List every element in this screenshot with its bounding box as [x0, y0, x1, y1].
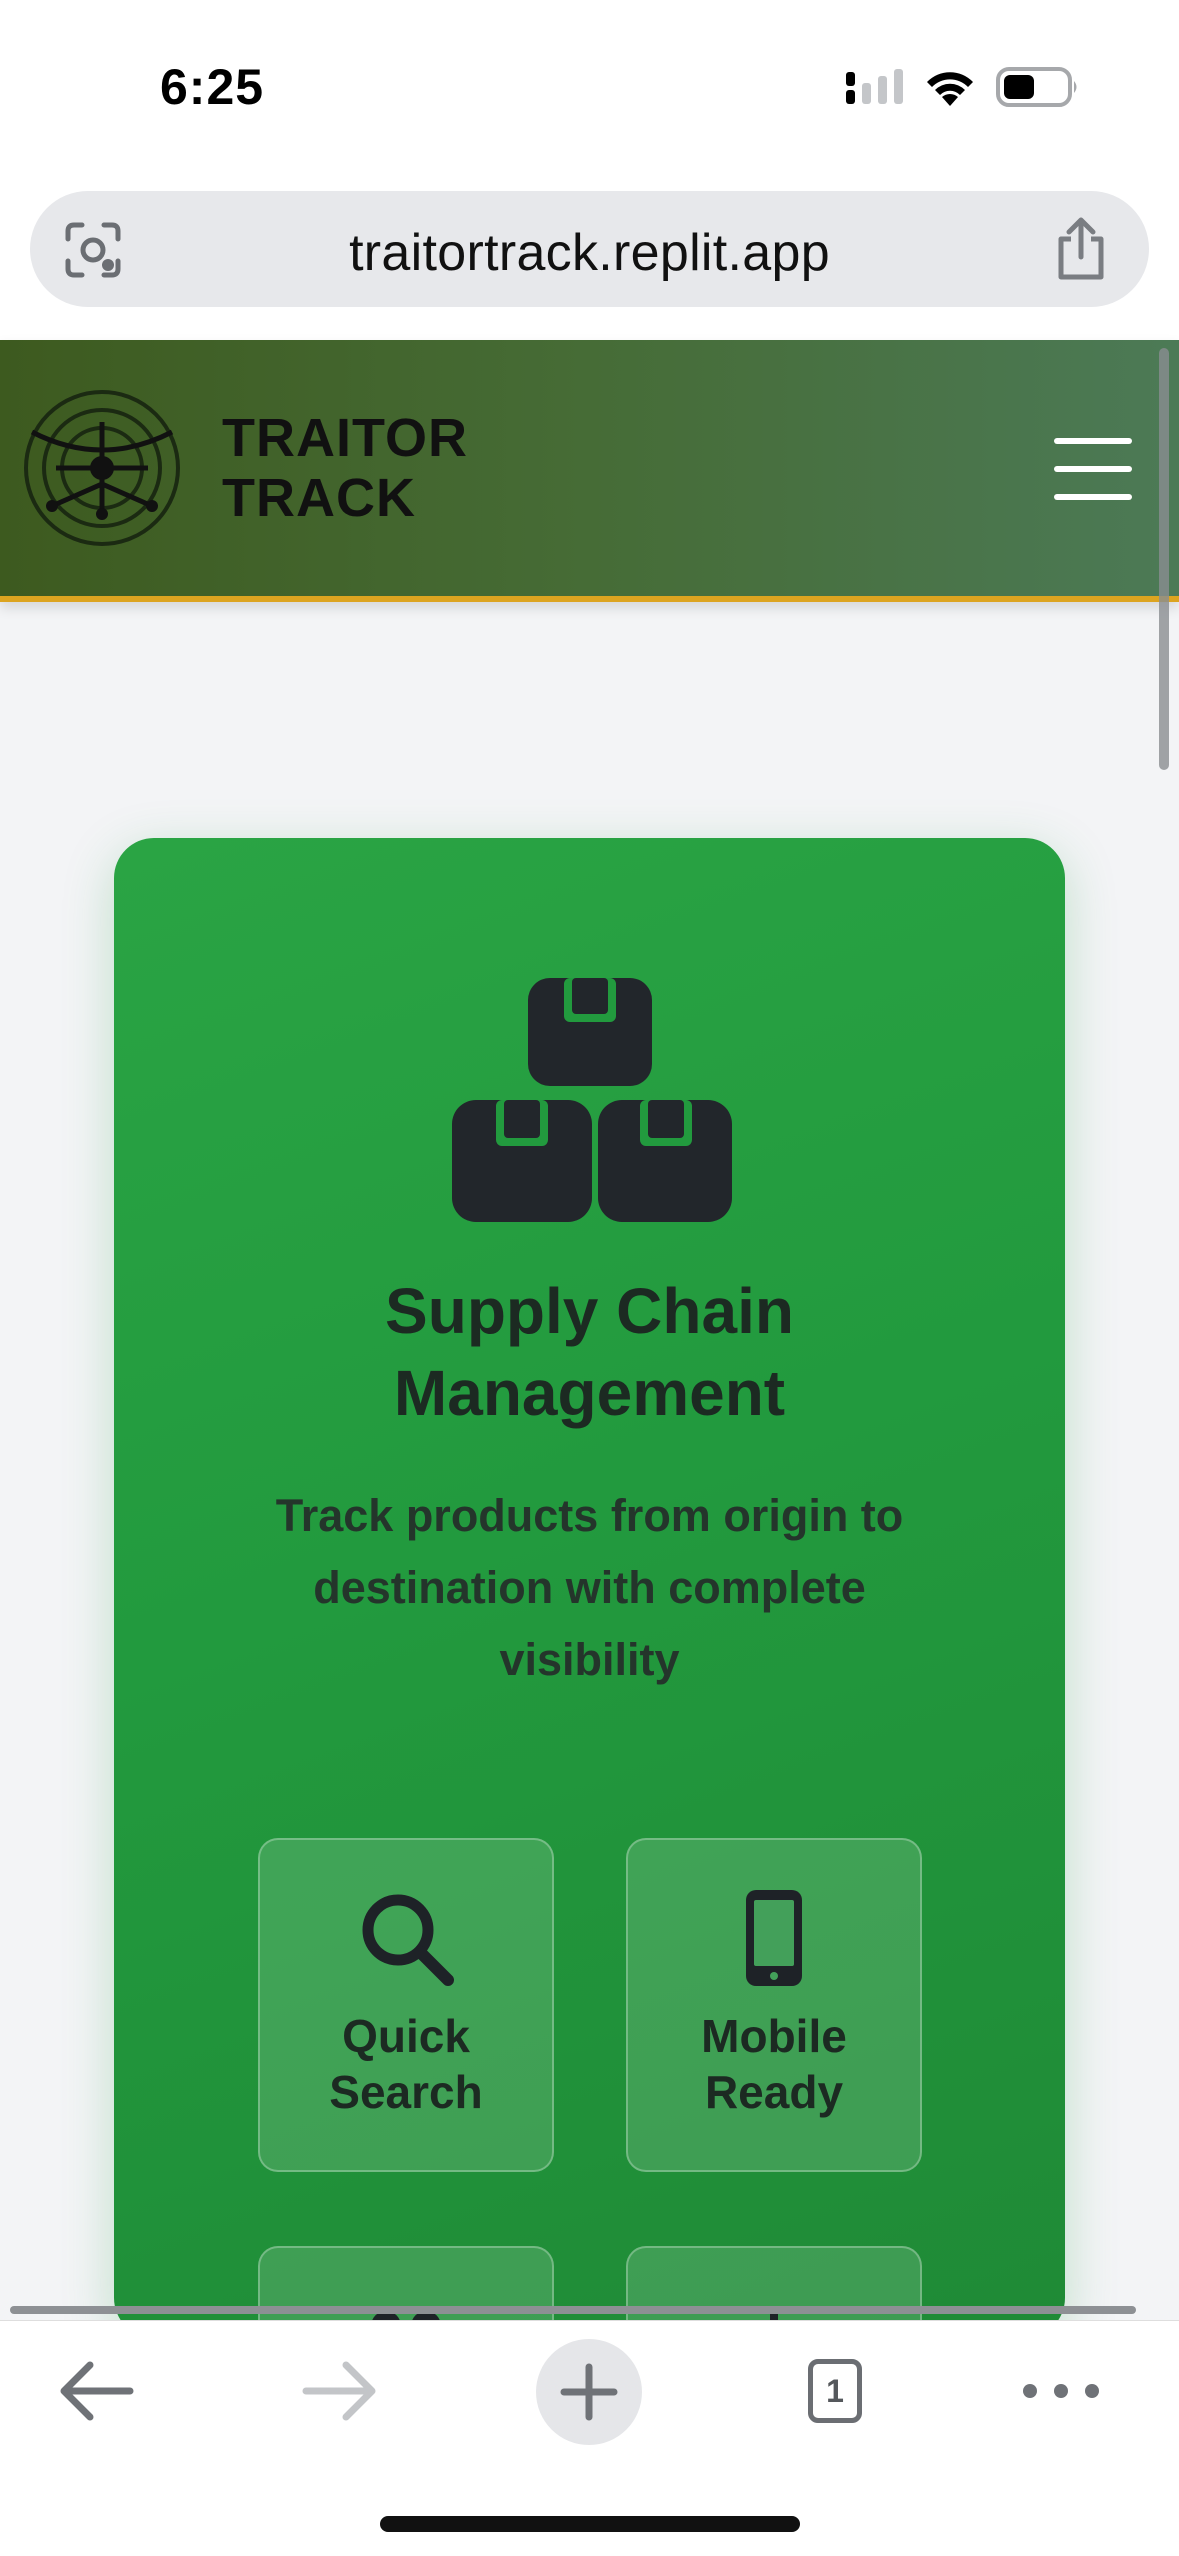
tabs-button[interactable]: 1 [790, 2321, 880, 2461]
home-indicator [380, 2516, 800, 2532]
browser-address-area: traitortrack.replit.app [0, 175, 1179, 340]
hero-title-line1: Supply Chain [385, 1275, 794, 1347]
new-tab-button[interactable] [536, 2339, 642, 2445]
boxes-icon [452, 978, 732, 1222]
plus-icon [560, 2363, 618, 2421]
feature-label-line1: Mobile [701, 2010, 847, 2062]
feature-label: Mobile Ready [628, 2008, 920, 2120]
feature-tile-mobile-ready[interactable]: Mobile Ready [626, 1838, 922, 2172]
url-text[interactable]: traitortrack.replit.app [30, 223, 1149, 283]
cellular-signal-icon [846, 69, 903, 104]
feature-label: Quick Search [260, 2008, 552, 2120]
hero-card: Supply Chain Management Track products f… [114, 838, 1065, 2338]
arrow-left-icon [60, 2361, 134, 2421]
feature-label-line1: Quick [342, 2010, 470, 2062]
hero-title-line2: Management [393, 1357, 786, 1429]
forward-button[interactable] [296, 2321, 386, 2461]
feature-label-line2: Search [329, 2066, 483, 2118]
search-icon [362, 1894, 454, 1986]
wifi-icon [927, 72, 973, 106]
arrow-right-icon [302, 2361, 376, 2421]
feature-tile-quick-search[interactable]: Quick Search [258, 1838, 554, 2172]
hamburger-menu-icon[interactable] [1054, 438, 1132, 500]
page-scroll-bar [10, 2306, 1136, 2314]
more-dots-icon [1023, 2384, 1099, 2398]
brand-name-line1: TRAITOR [222, 408, 468, 468]
hero-title: Supply Chain Management [114, 1270, 1065, 1434]
site-header: TRAITOR TRACK [0, 340, 1179, 602]
mobile-icon [746, 1890, 802, 1986]
brand-name[interactable]: TRAITOR TRACK [222, 408, 468, 528]
scrollbar [1159, 348, 1169, 770]
tab-count: 1 [808, 2359, 862, 2423]
hero-subtitle: Track products from origin to destinatio… [275, 1490, 904, 1685]
share-icon[interactable] [1053, 217, 1109, 281]
address-bar[interactable]: traitortrack.replit.app [30, 191, 1149, 307]
battery-icon [996, 67, 1077, 107]
brand-name-line2: TRACK [222, 468, 416, 528]
status-bar: 6:25 [0, 0, 1179, 175]
brand-logo[interactable] [22, 388, 182, 548]
feature-label-line2: Ready [704, 2066, 844, 2118]
more-button[interactable] [1016, 2321, 1106, 2461]
back-button[interactable] [50, 2321, 140, 2461]
status-time: 6:25 [160, 59, 265, 115]
